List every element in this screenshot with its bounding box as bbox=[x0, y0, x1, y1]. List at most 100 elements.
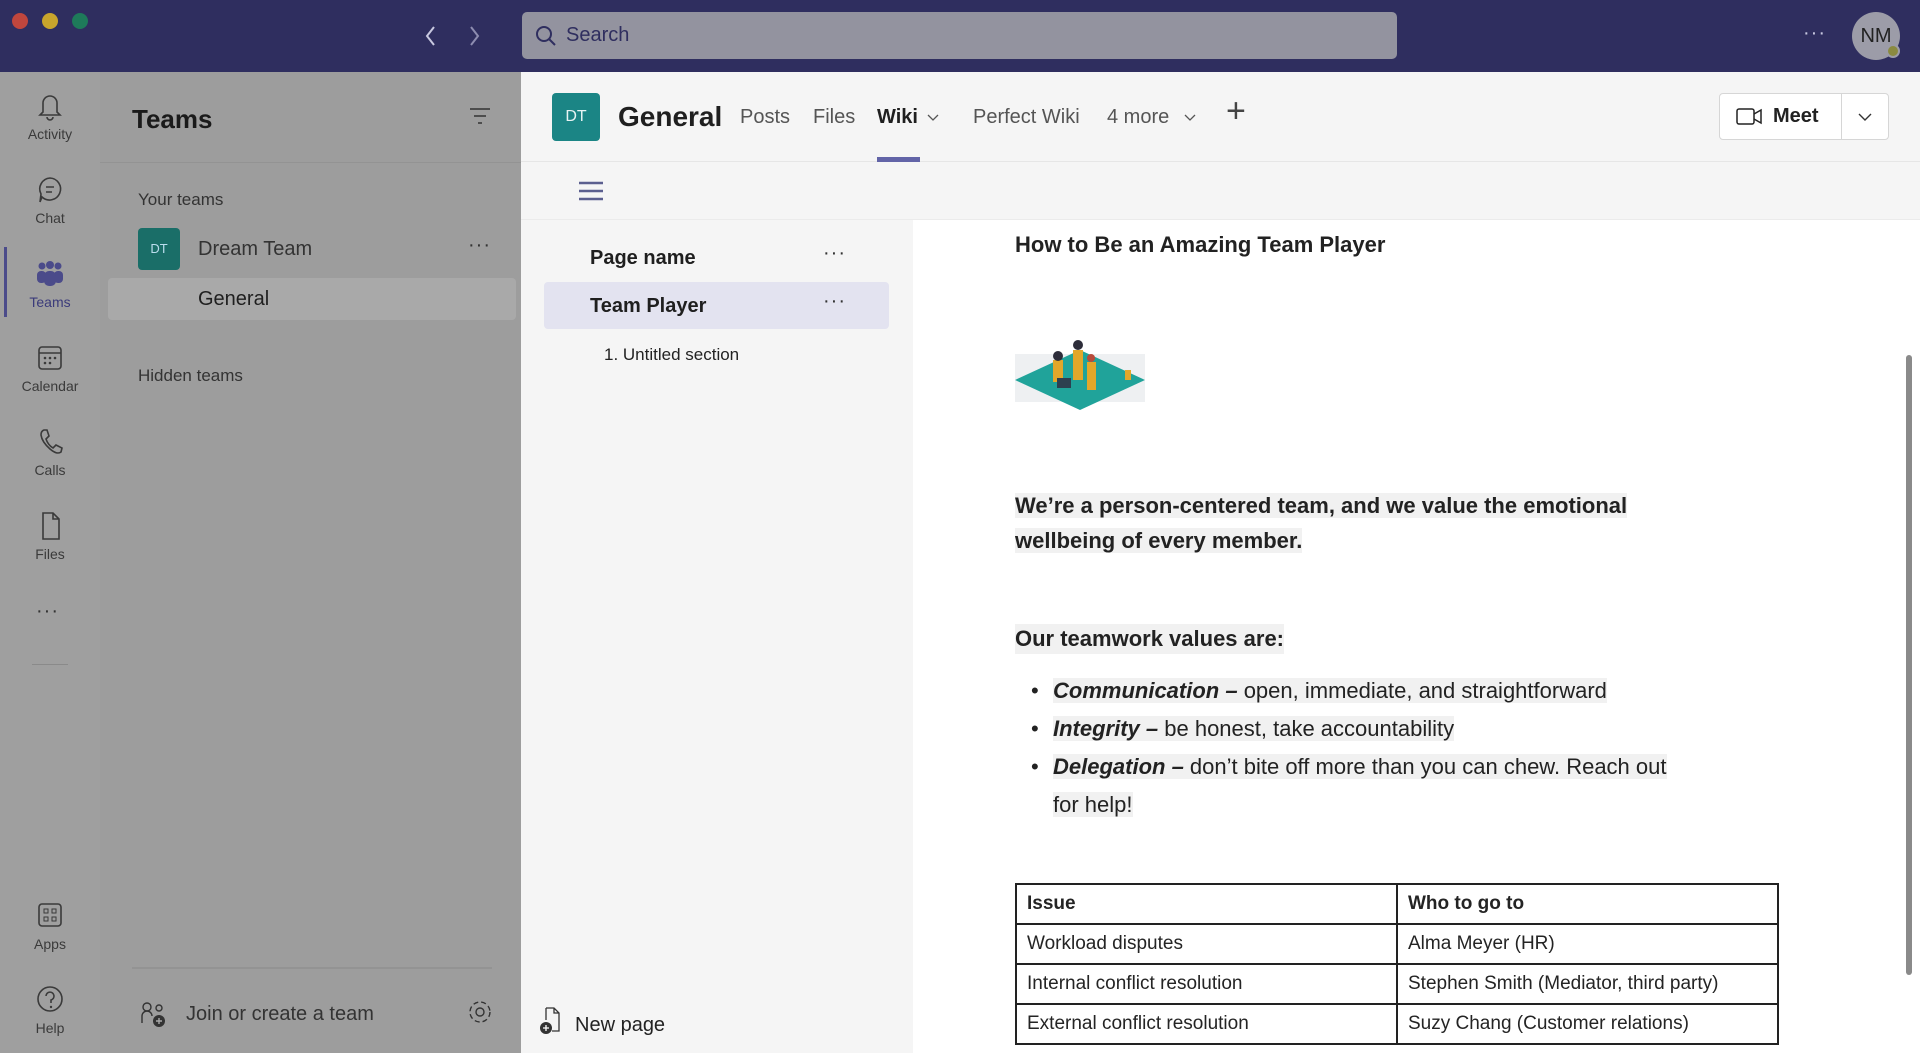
list-item: •Integrity – be honest, take accountabil… bbox=[1053, 710, 1753, 748]
rail-item-calls[interactable]: Calls bbox=[0, 426, 100, 478]
search-icon bbox=[534, 24, 558, 48]
forward-arrow-icon[interactable] bbox=[466, 24, 482, 48]
rail-item-calendar[interactable]: Calendar bbox=[0, 342, 100, 394]
value-text: open, immediate, and straightforward bbox=[1238, 678, 1607, 703]
value-term: Integrity – bbox=[1053, 716, 1158, 741]
wiki-content: How to Be an Amazing Team Player We’re a… bbox=[913, 220, 1920, 1053]
divider bbox=[1841, 94, 1842, 139]
more-options-button[interactable]: ··· bbox=[1803, 22, 1826, 45]
table-cell: Internal conflict resolution bbox=[1016, 964, 1397, 1004]
rail-label: Help bbox=[36, 1020, 65, 1036]
scrollbar[interactable] bbox=[1906, 355, 1912, 975]
channel-item-general[interactable]: General bbox=[108, 278, 516, 320]
rail-label: Teams bbox=[29, 294, 70, 310]
rail-item-files[interactable]: Files bbox=[0, 510, 100, 562]
team-item-dream-team[interactable]: DT Dream Team ··· bbox=[100, 228, 521, 270]
rail-item-teams[interactable]: Teams bbox=[0, 258, 100, 310]
table-cell: External conflict resolution bbox=[1016, 1004, 1397, 1044]
table-cell: Stephen Smith (Mediator, third party) bbox=[1397, 964, 1778, 1004]
table-cell: Workload disputes bbox=[1016, 924, 1397, 964]
help-icon bbox=[35, 984, 65, 1016]
app-rail: Activity Chat Teams Calendar Calls Files… bbox=[0, 72, 100, 1053]
chevron-down-icon bbox=[927, 114, 939, 122]
maximize-window-button[interactable] bbox=[72, 13, 88, 29]
rail-label: Chat bbox=[35, 210, 65, 226]
tab-wiki[interactable]: Wiki bbox=[877, 106, 918, 129]
your-teams-label: Your teams bbox=[138, 190, 223, 210]
value-text: don’t bite off more than you can chew. R… bbox=[1184, 754, 1667, 779]
meet-button-group: Meet bbox=[1719, 93, 1889, 140]
new-page-button[interactable]: New page bbox=[538, 1006, 738, 1040]
avatar[interactable]: NM bbox=[1852, 12, 1900, 60]
value-text: be honest, take accountability bbox=[1158, 716, 1454, 741]
rail-label: Calls bbox=[34, 462, 65, 478]
table-cell: Alma Meyer (HR) bbox=[1397, 924, 1778, 964]
table-row: External conflict resolutionSuzy Chang (… bbox=[1016, 1004, 1778, 1044]
intro-paragraph: We’re a person-centered team, and we val… bbox=[1015, 488, 1627, 558]
page-name-header: Page name bbox=[590, 247, 696, 270]
more-apps-button[interactable]: ··· bbox=[36, 600, 59, 623]
meet-label: Meet bbox=[1773, 105, 1819, 128]
hamburger-menu-icon[interactable] bbox=[578, 180, 604, 202]
chevron-down-icon[interactable] bbox=[1858, 113, 1872, 122]
status-badge bbox=[1886, 44, 1900, 58]
rail-item-apps[interactable]: Apps bbox=[0, 900, 100, 952]
divider bbox=[100, 162, 521, 163]
table-header: Who to go to bbox=[1397, 884, 1778, 924]
team-avatar: DT bbox=[138, 228, 180, 270]
table-row: Workload disputesAlma Meyer (HR) bbox=[1016, 924, 1778, 964]
table-cell: Suzy Chang (Customer relations) bbox=[1397, 1004, 1778, 1044]
hidden-teams-label[interactable]: Hidden teams bbox=[138, 366, 243, 386]
search-input[interactable]: Search bbox=[522, 12, 1397, 59]
filter-icon[interactable] bbox=[468, 106, 492, 126]
doc-title: How to Be an Amazing Team Player bbox=[1015, 232, 1385, 258]
join-label: Join or create a team bbox=[186, 1003, 374, 1026]
new-page-label: New page bbox=[575, 1014, 665, 1037]
channel-avatar: DT bbox=[552, 93, 600, 141]
add-tab-button[interactable]: + bbox=[1226, 92, 1246, 131]
join-create-team-button[interactable]: Join or create a team bbox=[140, 997, 440, 1031]
section-item[interactable]: 1. Untitled section bbox=[604, 345, 739, 365]
rail-item-chat[interactable]: Chat bbox=[0, 174, 100, 226]
value-term: Communication – bbox=[1053, 678, 1238, 703]
divider bbox=[132, 967, 492, 969]
panel-title: Teams bbox=[132, 104, 212, 135]
rail-item-help[interactable]: Help bbox=[0, 984, 100, 1036]
apps-icon bbox=[35, 900, 65, 932]
rail-item-activity[interactable]: Activity bbox=[0, 90, 100, 142]
value-text: for help! bbox=[1053, 792, 1133, 817]
calendar-icon bbox=[35, 342, 65, 374]
page-title: Team Player bbox=[590, 295, 706, 318]
chevron-down-icon bbox=[1184, 114, 1196, 122]
meet-button[interactable]: Meet bbox=[1720, 94, 1841, 139]
team-illustration bbox=[1015, 340, 1145, 430]
rail-label: Apps bbox=[34, 936, 66, 952]
page-name-more-button[interactable]: ··· bbox=[823, 242, 846, 265]
page-item-team-player[interactable]: Team Player ··· bbox=[544, 282, 889, 329]
search-placeholder: Search bbox=[566, 24, 629, 47]
back-arrow-icon[interactable] bbox=[423, 24, 439, 48]
channel-name: General bbox=[198, 288, 269, 311]
close-window-button[interactable] bbox=[12, 13, 28, 29]
title-bar: Search ··· NM bbox=[0, 0, 1920, 72]
page-more-button[interactable]: ··· bbox=[823, 290, 846, 313]
tab-perfect-wiki[interactable]: Perfect Wiki bbox=[973, 106, 1080, 129]
rail-label: Activity bbox=[28, 126, 72, 142]
bell-icon bbox=[35, 90, 65, 122]
channel-header: DT General Posts Files Wiki Perfect Wiki… bbox=[521, 72, 1920, 162]
gear-icon[interactable] bbox=[466, 998, 494, 1026]
tab-posts[interactable]: Posts bbox=[740, 106, 790, 129]
wiki-toolbar bbox=[521, 162, 1920, 220]
values-list: •Communication – open, immediate, and st… bbox=[1053, 672, 1753, 824]
tab-more[interactable]: 4 more bbox=[1107, 106, 1169, 129]
tab-files[interactable]: Files bbox=[813, 106, 855, 129]
wiki-page-list: Page name ··· Team Player ··· 1. Untitle… bbox=[521, 220, 913, 1053]
minimize-window-button[interactable] bbox=[42, 13, 58, 29]
table-row: Internal conflict resolutionStephen Smit… bbox=[1016, 964, 1778, 1004]
team-more-button[interactable]: ··· bbox=[468, 234, 491, 257]
table-header-row: IssueWho to go to bbox=[1016, 884, 1778, 924]
teams-icon bbox=[34, 258, 66, 290]
value-term: Delegation – bbox=[1053, 754, 1184, 779]
phone-icon bbox=[35, 426, 65, 458]
avatar-initials: NM bbox=[1860, 25, 1891, 47]
